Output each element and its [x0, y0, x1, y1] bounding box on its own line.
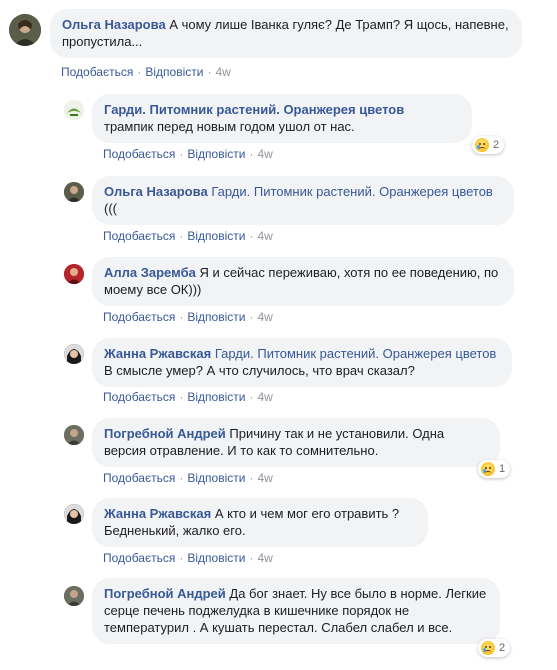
comment-actions: Подобається · Відповісти · 4w	[103, 471, 273, 485]
reply-link[interactable]: Відповісти	[187, 147, 245, 161]
reply-comment: Погребной Андрей Причину так и не устано…	[0, 414, 557, 494]
avatar[interactable]	[9, 14, 41, 46]
timestamp[interactable]: 4w	[257, 471, 272, 485]
sad-reaction-icon	[481, 462, 495, 476]
comment-text: В смысле умер? А что случилось, что врач…	[104, 363, 415, 378]
reply-link[interactable]: Відповісти	[187, 471, 245, 485]
avatar-zhanna	[64, 344, 84, 364]
reply-link[interactable]: Відповісти	[145, 65, 203, 79]
comment-bubble: Жанна Ржавская А кто и чем мог его отрав…	[92, 498, 428, 547]
comment-actions: Подобається · Відповісти · 4w	[103, 390, 273, 404]
reaction-badge[interactable]: 2	[472, 136, 505, 154]
timestamp[interactable]: 4w	[257, 390, 272, 404]
like-link[interactable]: Подобається	[103, 310, 175, 324]
reaction-count: 2	[493, 139, 500, 151]
reply-comment: Алла Заремба Я и сейчас переживаю, хотя …	[0, 253, 557, 333]
like-link[interactable]: Подобається	[103, 471, 175, 485]
comment-bubble: Погребной Андрей Да бог знает. Ну все бы…	[92, 578, 500, 644]
like-link[interactable]: Подобається	[103, 551, 175, 565]
timestamp[interactable]: 4w	[257, 310, 272, 324]
comment-actions: Подобається · Відповісти · 4w	[103, 229, 273, 243]
avatar[interactable]	[64, 504, 84, 524]
comment-author[interactable]: Погребной Андрей	[104, 586, 226, 601]
timestamp[interactable]: 4w	[257, 229, 272, 243]
timestamp[interactable]: 4w	[257, 551, 272, 565]
reply-link[interactable]: Відповісти	[187, 229, 245, 243]
mention-tag[interactable]: Гарди. Питомник растений. Оранжерея цвет…	[211, 184, 493, 199]
avatar-andrei	[64, 586, 84, 606]
avatar-olga	[9, 14, 41, 46]
reply-link[interactable]: Відповісти	[187, 551, 245, 565]
avatar[interactable]	[64, 264, 84, 284]
comment-bubble: Алла Заремба Я и сейчас переживаю, хотя …	[92, 257, 514, 306]
reply-comment: Гарди. Питомник растений. Оранжерея цвет…	[0, 90, 557, 170]
reply-comment: Жанна Ржавская Гарди. Питомник растений.…	[0, 334, 557, 414]
comment-bubble: Гарди. Питомник растений. Оранжерея цвет…	[92, 94, 472, 143]
sad-reaction-icon	[475, 138, 489, 152]
comment-actions: Подобається · Відповісти · 4w	[61, 65, 231, 79]
avatar[interactable]	[64, 586, 84, 606]
comment-actions: Подобається · Відповісти · 4w	[103, 310, 273, 324]
comment-author[interactable]: Жанна Ржавская	[104, 506, 211, 521]
avatar-olga	[64, 182, 84, 202]
reply-comment: Ольга Назарова Гарди. Питомник растений.…	[0, 172, 557, 252]
like-link[interactable]: Подобається	[103, 229, 175, 243]
reply-link[interactable]: Відповісти	[187, 390, 245, 404]
sad-reaction-icon	[481, 641, 495, 655]
comment-author[interactable]: Ольга Назарова	[62, 17, 166, 32]
avatar[interactable]	[64, 182, 84, 202]
avatar[interactable]	[64, 100, 84, 120]
comment-bubble: Ольга Назарова А чому лише Іванка гуляє?…	[50, 9, 522, 58]
timestamp[interactable]: 4w	[215, 65, 230, 79]
avatar[interactable]	[64, 425, 84, 445]
comment-actions: Подобається · Відповісти · 4w	[103, 551, 273, 565]
comment-text: трампик перед новым годом ушол от нас.	[104, 119, 355, 134]
reply-comment: Погребной Андрей Да бог знает. Ну все бы…	[0, 575, 557, 670]
avatar-gardi	[64, 100, 84, 120]
comment-author[interactable]: Погребной Андрей	[104, 426, 226, 441]
like-link[interactable]: Подобається	[103, 147, 175, 161]
timestamp[interactable]: 4w	[257, 147, 272, 161]
comment-author[interactable]: Гарди. Питомник растений. Оранжерея цвет…	[104, 102, 404, 117]
reply-link[interactable]: Відповісти	[187, 310, 245, 324]
comment-bubble: Ольга Назарова Гарди. Питомник растений.…	[92, 176, 514, 225]
comment-actions: Подобається · Відповісти · 4w	[103, 147, 273, 161]
reaction-count: 2	[499, 642, 506, 654]
avatar-andrei	[64, 425, 84, 445]
mention-tag[interactable]: Гарди. Питомник растений. Оранжерея цвет…	[215, 346, 497, 361]
comment-author[interactable]: Ольга Назарова	[104, 184, 208, 199]
avatar-zhanna	[64, 504, 84, 524]
reaction-badge[interactable]: 1	[478, 460, 511, 478]
comment-author[interactable]: Алла Заремба	[104, 265, 196, 280]
comment-text: (((	[104, 201, 117, 216]
comment-bubble: Погребной Андрей Причину так и не устано…	[92, 418, 500, 467]
like-link[interactable]: Подобається	[103, 390, 175, 404]
comment-author[interactable]: Жанна Ржавская	[104, 346, 211, 361]
reaction-count: 1	[499, 463, 506, 475]
reply-comment: Жанна Ржавская А кто и чем мог его отрав…	[0, 494, 557, 574]
avatar-alla	[64, 264, 84, 284]
like-link[interactable]: Подобається	[61, 65, 133, 79]
comment-bubble: Жанна Ржавская Гарди. Питомник растений.…	[92, 338, 512, 387]
reaction-badge[interactable]: 2	[478, 639, 511, 657]
avatar[interactable]	[64, 344, 84, 364]
comment: Ольга Назарова А чому лише Іванка гуляє?…	[0, 0, 557, 85]
